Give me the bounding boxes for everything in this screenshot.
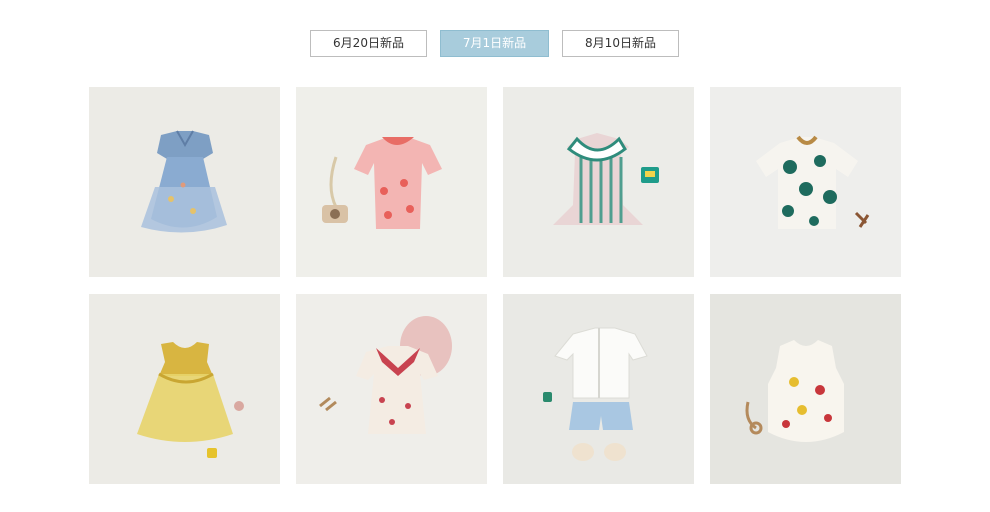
product-card-striped-sailor-set[interactable] xyxy=(503,87,694,277)
tab-august-10[interactable]: 8月10日新品 xyxy=(562,30,679,57)
polka-dot-tee-image xyxy=(756,135,870,229)
product-card-cream-sailor-dress[interactable] xyxy=(296,294,487,484)
product-card-fruit-romper[interactable] xyxy=(710,294,901,484)
pink-peach-dress-image xyxy=(322,137,442,229)
product-card-blue-tulle-dress[interactable] xyxy=(89,87,280,277)
tab-july-1[interactable]: 7月1日新品 xyxy=(440,30,549,57)
white-shirt-set-image xyxy=(543,327,648,461)
product-card-pink-peach-dress[interactable] xyxy=(296,87,487,277)
product-card-yellow-tulle-dress[interactable] xyxy=(89,294,280,484)
yellow-tulle-dress-image xyxy=(137,342,244,458)
tab-june-20[interactable]: 6月20日新品 xyxy=(310,30,427,57)
date-tab-bar: 6月20日新品 7月1日新品 8月10日新品 xyxy=(0,30,990,57)
product-card-polka-dot-tee[interactable] xyxy=(710,87,901,277)
product-grid xyxy=(89,87,901,484)
striped-sailor-set-image xyxy=(553,133,659,225)
cream-sailor-dress-image xyxy=(319,316,452,434)
fruit-romper-image xyxy=(745,340,844,442)
blue-tulle-dress-image xyxy=(141,130,227,233)
product-card-white-shirt-set[interactable] xyxy=(503,294,694,484)
